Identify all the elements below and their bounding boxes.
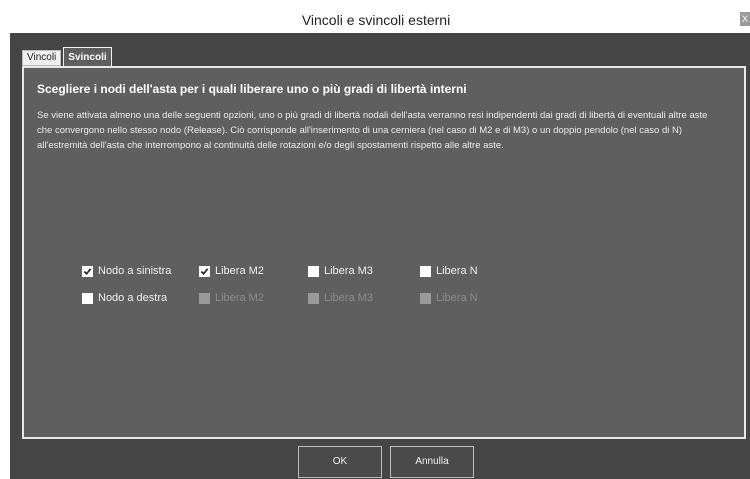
checkbox-libera-m3-destra: Libera M3 — [308, 290, 373, 306]
checkbox-box — [308, 292, 319, 304]
tab-bar: Vincoli Svincoli — [22, 47, 114, 66]
checkbox-libera-m3-sinistra[interactable]: Libera M3 — [308, 263, 373, 279]
checkbox-box — [199, 292, 210, 304]
title-bar: Vincoli e svincoli esterni X — [10, 7, 750, 33]
option-label: Nodo a sinistra — [98, 265, 172, 277]
checkbox-nodo-sinistra[interactable]: Nodo a sinistra — [82, 263, 171, 279]
ok-button[interactable]: OK — [298, 446, 382, 478]
close-button[interactable]: X — [740, 12, 750, 26]
option-label: Libera M3 — [324, 265, 373, 277]
dialog-body: Vincoli Svincoli Scegliere i nodi dell'a… — [10, 33, 750, 479]
checkbox-box[interactable] — [420, 265, 431, 277]
checkbox-nodo-destra[interactable]: Nodo a destra — [82, 290, 167, 306]
option-label: Libera M3 — [324, 292, 373, 304]
tab-svincoli[interactable]: Svincoli — [63, 47, 112, 66]
tab-vincoli[interactable]: Vincoli — [22, 50, 62, 66]
checkbox-box[interactable] — [82, 265, 93, 277]
checkbox-libera-m2-destra: Libera M2 — [199, 290, 264, 306]
option-label: Libera N — [436, 265, 478, 277]
window-title: Vincoli e svincoli esterni — [301, 12, 451, 28]
checkbox-libera-m2-sinistra[interactable]: Libera M2 — [199, 263, 264, 279]
cancel-button[interactable]: Annulla — [390, 446, 474, 478]
checkbox-box[interactable] — [82, 292, 93, 304]
checkbox-box — [420, 292, 431, 304]
panel-description: Se viene attivata almeno una delle segue… — [37, 110, 708, 151]
option-label: Nodo a destra — [98, 292, 168, 304]
checkbox-box[interactable] — [199, 265, 210, 277]
panel-heading: Scegliere i nodi dell'asta per i quali l… — [37, 82, 467, 96]
option-label: Libera M2 — [215, 265, 264, 277]
checkbox-box[interactable] — [308, 265, 319, 277]
option-label: Libera N — [436, 292, 478, 304]
checkbox-libera-n-sinistra[interactable]: Libera N — [420, 263, 478, 279]
option-label: Libera M2 — [215, 292, 264, 304]
checkbox-libera-n-destra: Libera N — [420, 290, 478, 306]
checkmark-icon — [83, 267, 92, 275]
svincoli-panel: Scegliere i nodi dell'asta per i quali l… — [22, 66, 746, 439]
checkmark-icon — [200, 267, 209, 275]
